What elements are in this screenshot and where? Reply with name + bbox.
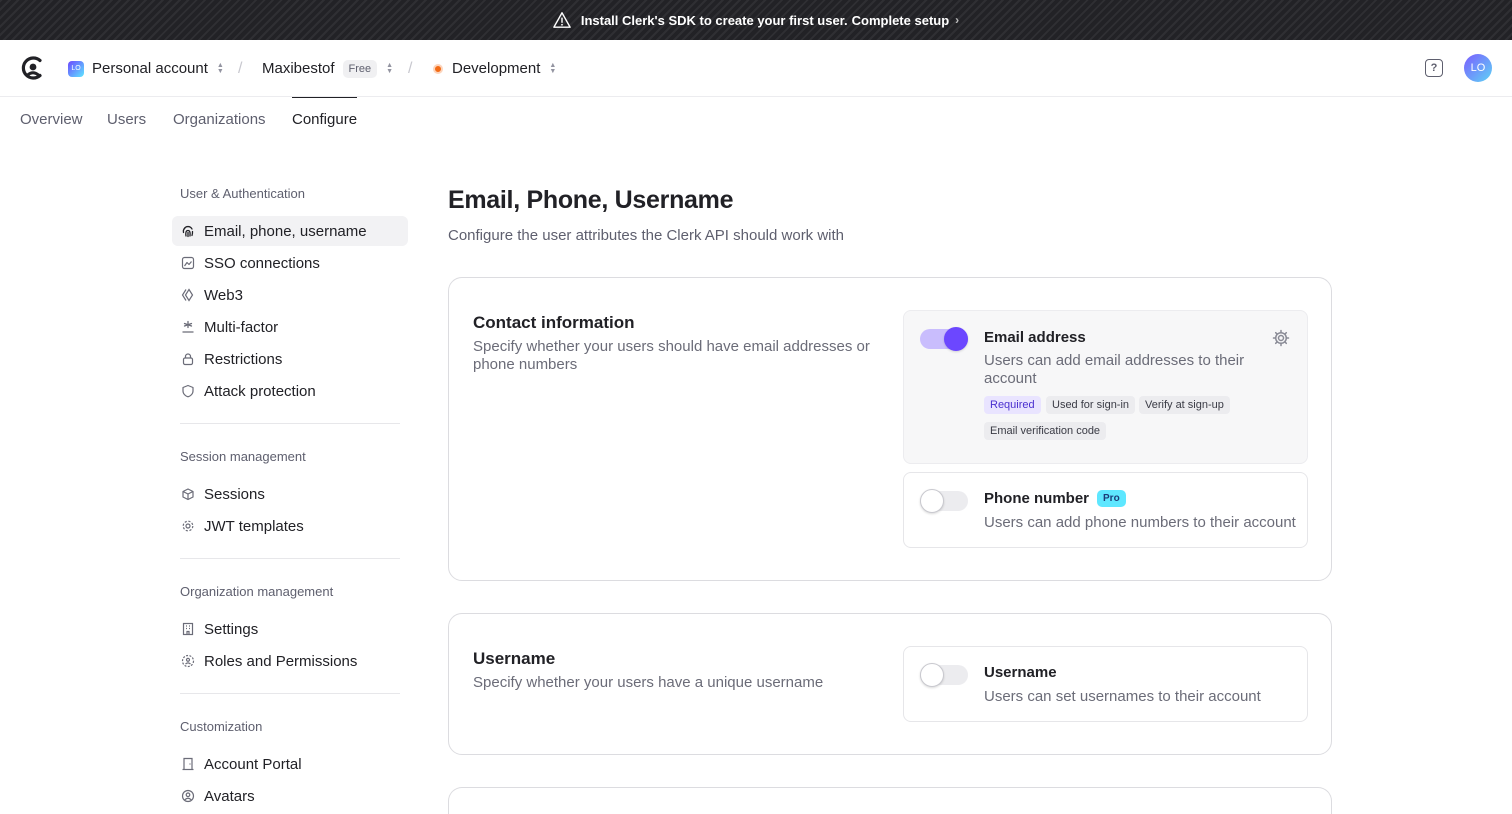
card-description: Specify whether your users should have e… xyxy=(473,338,870,373)
user-avatar[interactable]: LO xyxy=(1464,54,1492,82)
environment-dot-icon xyxy=(433,63,443,74)
tag-email-verification-code: Email verification code xyxy=(984,422,1107,440)
sidebar-heading-session: Session management xyxy=(180,449,306,464)
phone-number-option: Phone number Pro Users can add phone num… xyxy=(903,472,1308,548)
sidebar-item-roles-permissions[interactable]: Roles and Permissions xyxy=(172,646,408,676)
pro-badge: Pro xyxy=(1097,490,1126,507)
page-title: Email, Phone, Username xyxy=(448,186,734,214)
page-subtitle: Configure the user attributes the Clerk … xyxy=(448,227,845,244)
option-title: Phone number Pro xyxy=(984,490,1126,507)
chevron-right-icon: › xyxy=(955,13,960,27)
sidebar-item-label: Multi-factor xyxy=(204,318,279,336)
sidebar-item-avatars[interactable]: Avatars xyxy=(172,781,408,811)
tab-configure[interactable]: Configure xyxy=(292,97,358,141)
option-title-text: Phone number xyxy=(984,490,1090,507)
tag-required: Required xyxy=(984,396,1041,414)
plan-badge: Free xyxy=(342,59,378,78)
sidebar-heading-organization: Organization management xyxy=(180,584,334,599)
sidebar-item-label: Settings xyxy=(204,620,259,638)
sidebar-item-restrictions[interactable]: Restrictions xyxy=(172,344,408,374)
cube-icon xyxy=(181,487,195,501)
chevron-updown-icon: ▲ ▼ xyxy=(216,61,224,75)
phone-number-toggle[interactable] xyxy=(920,489,968,513)
sidebar-item-label: JWT templates xyxy=(204,517,304,535)
sidebar-divider xyxy=(180,558,400,559)
account-badge: LO xyxy=(68,60,84,77)
sidebar-item-account-portal[interactable]: Account Portal xyxy=(172,749,408,779)
tab-users[interactable]: Users xyxy=(107,97,146,141)
sidebar-item-label: SSO connections xyxy=(204,254,320,272)
avatar-icon xyxy=(181,789,195,803)
sidebar-item-label: Email, phone, username xyxy=(204,222,367,240)
sidebar-item-label: Roles and Permissions xyxy=(204,652,358,670)
next-settings-card xyxy=(448,787,1332,814)
sidebar-divider xyxy=(180,423,400,424)
gear-icon[interactable] xyxy=(1272,329,1290,347)
sidebar-item-sessions[interactable]: Sessions xyxy=(172,479,408,509)
lock-icon xyxy=(181,352,195,366)
portal-icon xyxy=(181,757,195,771)
banner-message: Install Clerk's SDK to create your first… xyxy=(580,12,848,28)
card-title: Contact information xyxy=(473,313,635,332)
sso-icon xyxy=(181,256,195,270)
setup-banner: Install Clerk's SDK to create your first… xyxy=(0,0,1512,40)
building-icon xyxy=(181,622,195,636)
tag-used-for-sign-in: Used for sign-in xyxy=(1046,396,1136,414)
environment-label: Development xyxy=(452,60,541,77)
asterisk-icon xyxy=(181,320,195,334)
complete-setup-link[interactable]: Complete setup xyxy=(852,13,950,28)
breadcrumb-separator: / xyxy=(408,59,413,77)
help-icon[interactable]: ? xyxy=(1425,59,1443,77)
tag-verify-at-sign-up: Verify at sign-up xyxy=(1139,396,1230,414)
email-address-toggle[interactable] xyxy=(920,327,968,351)
account-switcher[interactable]: LO Personal account ▲ ▼ xyxy=(68,40,224,97)
username-toggle[interactable] xyxy=(920,663,968,687)
sidebar-item-label: Avatars xyxy=(204,787,255,805)
shield-icon xyxy=(181,384,195,398)
sidebar-heading-customization: Customization xyxy=(180,719,263,734)
account-label: Personal account xyxy=(92,60,208,77)
application-label: Maxibestof xyxy=(262,60,335,77)
option-description: Users can add email addresses to their a… xyxy=(984,352,1245,387)
sidebar-item-email-phone-username[interactable]: Email, phone, username xyxy=(172,216,408,246)
tab-organizations[interactable]: Organizations xyxy=(173,97,266,141)
option-title: Email address xyxy=(984,329,1086,346)
top-header: LO Personal account ▲ ▼ / Maxibestof Free… xyxy=(0,40,1512,97)
username-option: Username Users can set usernames to thei… xyxy=(903,646,1308,722)
sidebar-item-sso-connections[interactable]: SSO connections xyxy=(172,248,408,278)
sidebar-item-label: Account Portal xyxy=(204,755,302,773)
sidebar-item-attack-protection[interactable]: Attack protection xyxy=(172,376,408,406)
warning-triangle-icon xyxy=(553,12,571,28)
contact-information-card: Contact information Specify whether your… xyxy=(448,277,1332,581)
email-address-option: Email address Users can add email addres… xyxy=(903,310,1308,464)
option-description: Users can add phone numbers to their acc… xyxy=(984,514,1296,531)
card-title: Username xyxy=(473,649,556,668)
sidebar-item-web3[interactable]: Web3 xyxy=(172,280,408,310)
environment-switcher[interactable]: Development ▲ ▼ xyxy=(433,40,556,97)
option-description: Users can set usernames to their account xyxy=(984,688,1261,705)
sidebar-item-label: Sessions xyxy=(204,485,265,503)
sidebar-item-multi-factor[interactable]: Multi-factor xyxy=(172,312,408,342)
sidebar-heading-user-auth: User & Authentication xyxy=(180,186,306,201)
username-card: Username Specify whether your users have… xyxy=(448,613,1332,755)
option-title: Username xyxy=(984,664,1057,681)
card-description: Specify whether your users have a unique… xyxy=(473,674,824,691)
sidebar-divider xyxy=(180,693,400,694)
roles-icon xyxy=(181,654,195,668)
cog-icon xyxy=(181,519,195,533)
web3-icon xyxy=(181,288,195,302)
sidebar-item-label: Attack protection xyxy=(204,382,316,400)
chevron-updown-icon: ▲ ▼ xyxy=(549,61,557,75)
sidebar-item-jwt-templates[interactable]: JWT templates xyxy=(172,511,408,541)
fingerprint-icon xyxy=(181,224,195,238)
breadcrumb-separator: / xyxy=(238,59,243,77)
clerk-logo-icon[interactable] xyxy=(20,55,46,81)
application-switcher[interactable]: Maxibestof Free ▲ ▼ xyxy=(262,40,393,97)
sidebar-item-label: Restrictions xyxy=(204,350,283,368)
sidebar-item-label: Web3 xyxy=(204,286,243,304)
sidebar-item-settings[interactable]: Settings xyxy=(172,614,408,644)
tab-overview[interactable]: Overview xyxy=(20,97,83,141)
chevron-updown-icon: ▲ ▼ xyxy=(386,61,394,75)
